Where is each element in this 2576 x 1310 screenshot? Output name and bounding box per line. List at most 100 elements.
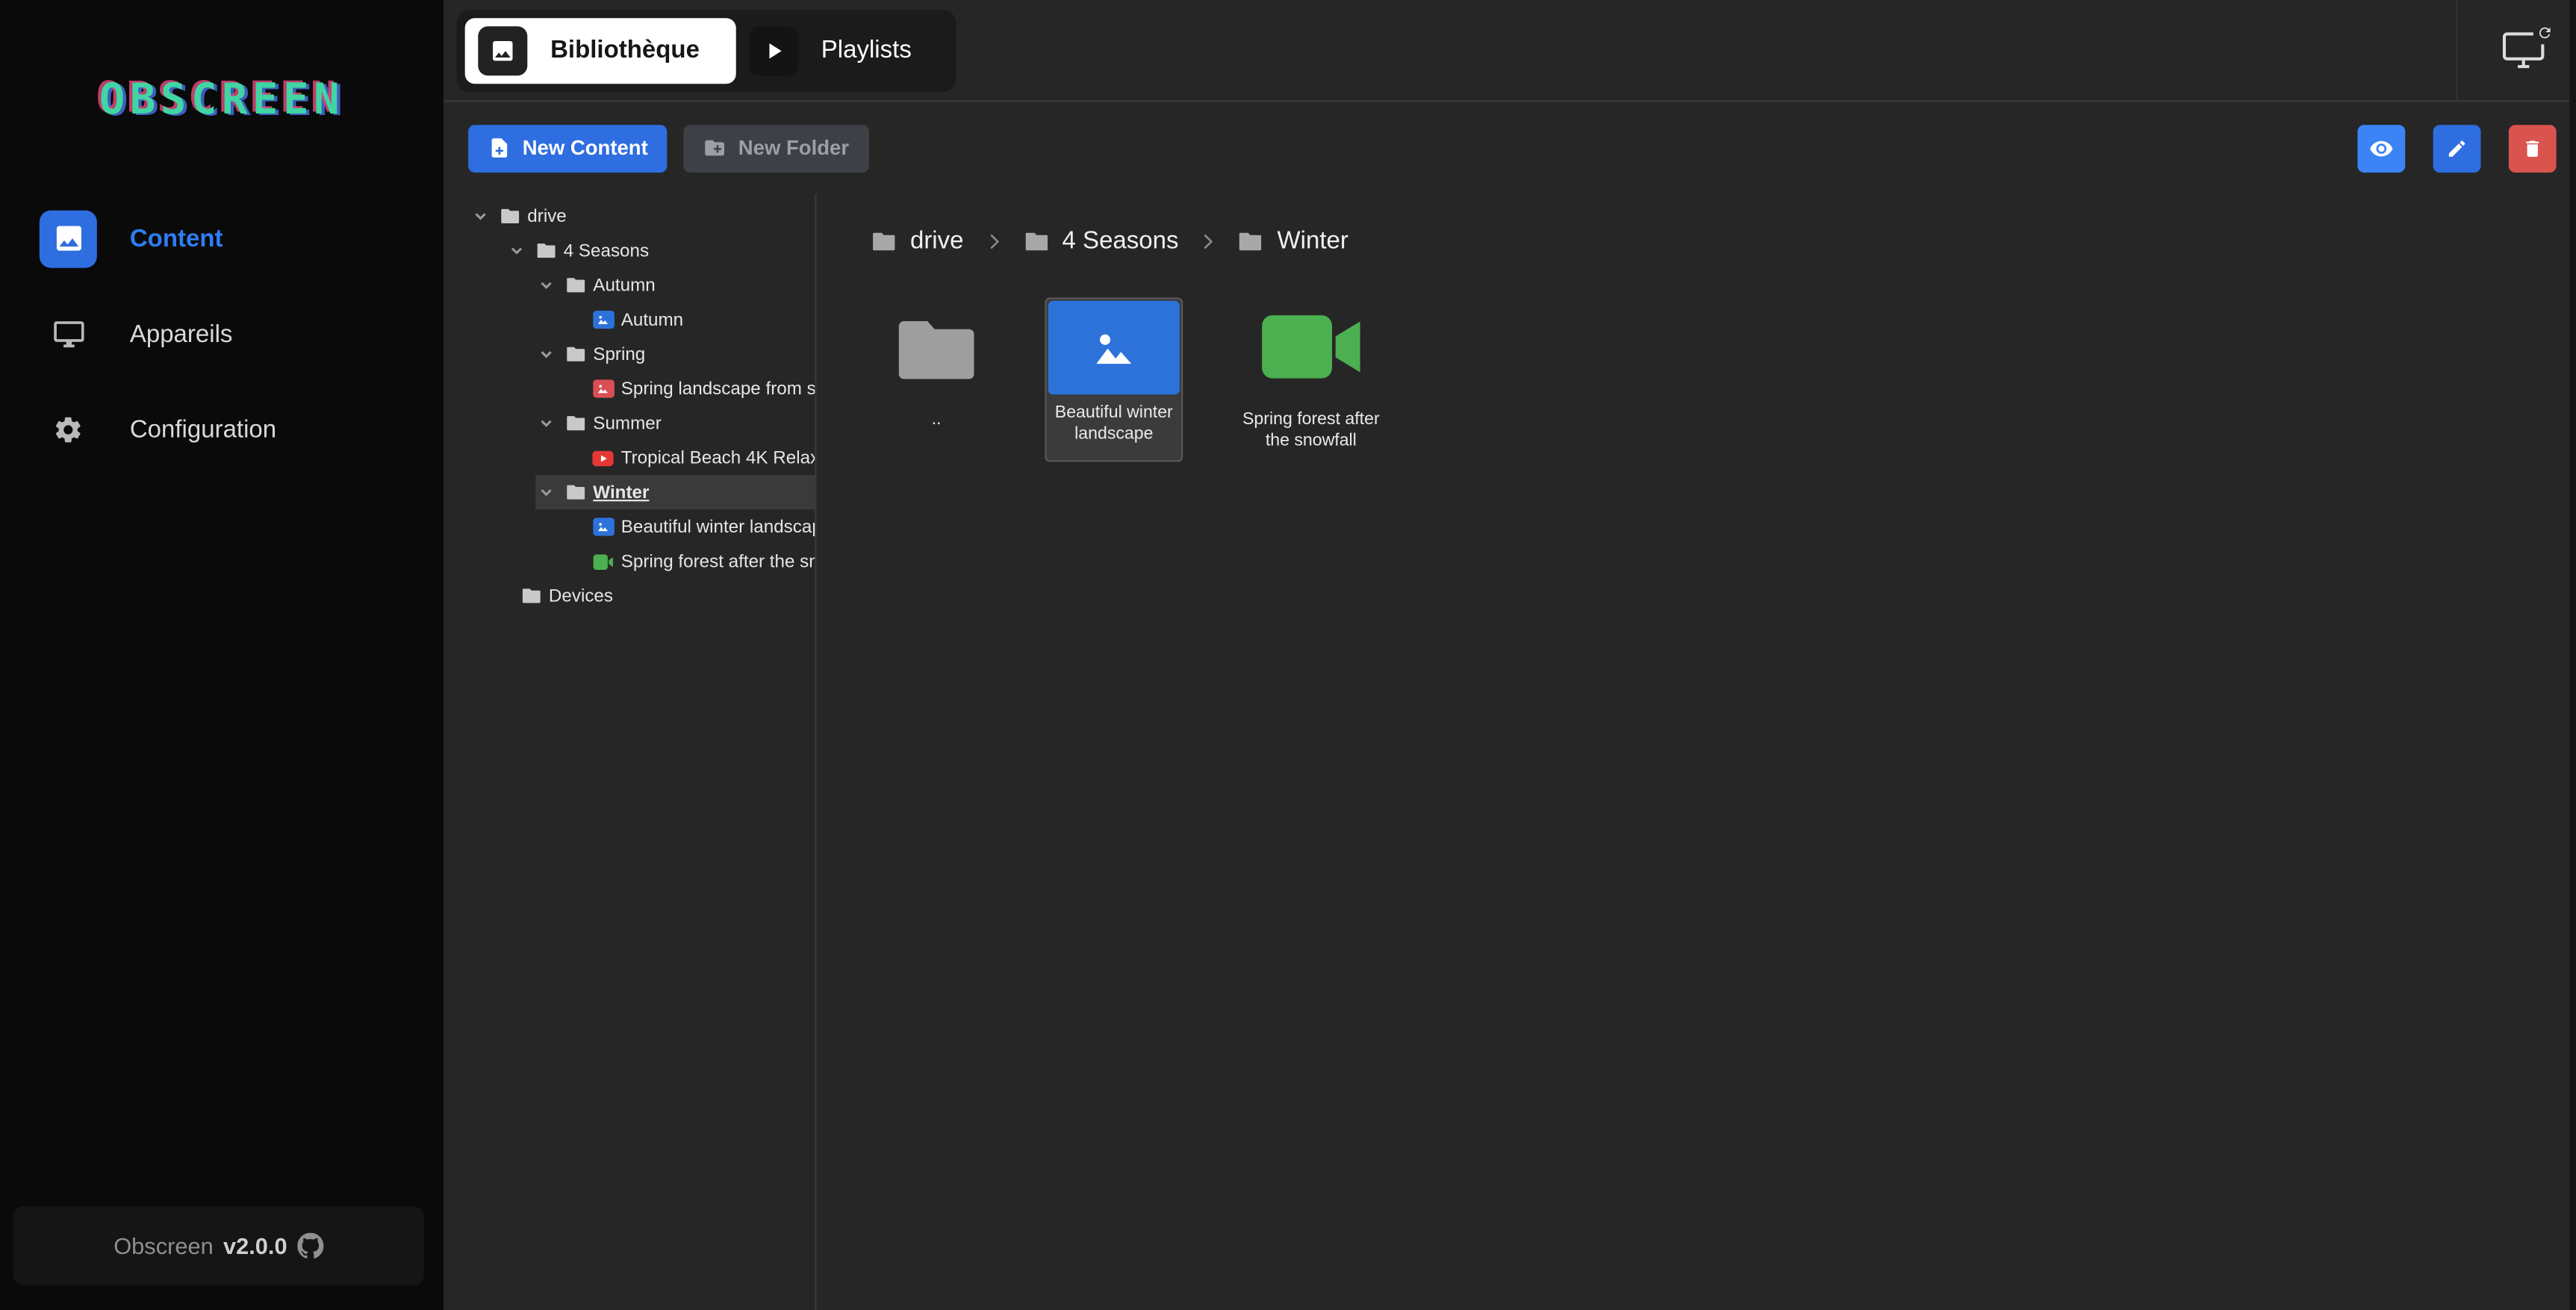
file-card-label: Spring forest after the snowfall bbox=[1242, 409, 1380, 453]
tree-item-winter-folder[interactable]: Winter bbox=[535, 475, 815, 509]
folder-icon bbox=[498, 205, 521, 228]
image-icon bbox=[478, 25, 527, 75]
tree-item-4-seasons[interactable]: 4 Seasons bbox=[506, 234, 815, 268]
chevron-down-icon[interactable] bbox=[535, 412, 557, 434]
preview-button[interactable] bbox=[2357, 124, 2405, 172]
breadcrumb-label: drive bbox=[910, 227, 964, 255]
breadcrumb-label: 4 Seasons bbox=[1063, 227, 1179, 255]
tree-item-tropical-beach-file[interactable]: Tropical Beach 4K Relaxa bbox=[591, 441, 815, 475]
actions-toolbar: New Content New Folder bbox=[444, 102, 2576, 193]
view-tabs: Bibliothèque Playlists bbox=[457, 9, 956, 91]
chevron-right-icon bbox=[1197, 229, 1220, 252]
video-icon bbox=[1258, 311, 1363, 383]
sidebar: OBSCREEN Content Appareils Configuration bbox=[0, 0, 444, 1310]
tree-item-label: drive bbox=[527, 206, 566, 226]
file-plus-icon bbox=[488, 137, 511, 160]
delete-button[interactable] bbox=[2509, 124, 2557, 172]
breadcrumb-item-4-seasons[interactable]: 4 Seasons bbox=[1023, 227, 1179, 255]
tree-item-spring-landscape-file[interactable]: Spring landscape from sl bbox=[591, 371, 815, 406]
tab-library[interactable]: Bibliothèque bbox=[465, 17, 736, 83]
sidebar-item-appareils[interactable]: Appareils bbox=[0, 286, 444, 382]
sidebar-item-content[interactable]: Content bbox=[0, 190, 444, 286]
breadcrumb: drive 4 Seasons Winter bbox=[871, 227, 2576, 255]
chevron-down-icon[interactable] bbox=[535, 275, 557, 297]
new-content-label: New Content bbox=[523, 137, 648, 160]
chevron-down-icon[interactable] bbox=[535, 344, 557, 365]
app-name: Obscreen bbox=[113, 1233, 214, 1259]
image-icon bbox=[1048, 301, 1180, 394]
tree-item-autumn-folder[interactable]: Autumn bbox=[535, 268, 815, 302]
eye-icon bbox=[2369, 136, 2394, 161]
tree-item-label: 4 Seasons bbox=[564, 240, 649, 260]
tree-item-label: Spring bbox=[593, 344, 645, 364]
sidebar-item-configuration[interactable]: Configuration bbox=[0, 382, 444, 477]
image-icon bbox=[591, 308, 615, 332]
tree-item-label: Summer bbox=[593, 414, 661, 433]
chevron-down-icon[interactable] bbox=[470, 205, 491, 227]
tree-item-autumn-file[interactable]: Autumn bbox=[591, 302, 815, 337]
file-grid: .. Beautiful winter landscape Spring for… bbox=[887, 297, 2576, 462]
file-card-video[interactable]: Spring forest after the snowfall bbox=[1242, 297, 1380, 452]
folder-icon bbox=[564, 273, 587, 297]
breadcrumb-label: Winter bbox=[1278, 227, 1348, 255]
tree-item-devices-folder[interactable]: Devices bbox=[519, 579, 815, 613]
folder-icon bbox=[1238, 228, 1264, 254]
video-icon bbox=[591, 550, 615, 573]
folder-icon bbox=[871, 228, 897, 254]
tree-item-label: Autumn bbox=[621, 310, 683, 329]
tab-label: Bibliothèque bbox=[550, 36, 700, 63]
app-root: OBSCREEN Content Appareils Configuration bbox=[0, 0, 2576, 1310]
image-icon bbox=[591, 377, 615, 400]
folder-plus-icon bbox=[704, 137, 727, 160]
top-bar: Bibliothèque Playlists bbox=[444, 0, 2576, 102]
tree-item-summer-folder[interactable]: Summer bbox=[535, 406, 815, 441]
tab-label: Playlists bbox=[821, 36, 912, 63]
folder-icon bbox=[1023, 228, 1049, 254]
image-icon bbox=[591, 515, 615, 538]
breadcrumb-item-drive[interactable]: drive bbox=[871, 227, 963, 255]
chevron-down-icon[interactable] bbox=[535, 482, 557, 503]
chevron-right-icon bbox=[982, 229, 1005, 252]
tree-item-label: Spring landscape from sl bbox=[621, 379, 815, 398]
monitor-icon bbox=[40, 305, 97, 362]
sidebar-item-label: Appareils bbox=[130, 320, 233, 347]
edit-button[interactable] bbox=[2433, 124, 2481, 172]
file-card-image[interactable]: Beautiful winter landscape bbox=[1045, 297, 1183, 462]
trash-icon bbox=[2521, 137, 2543, 159]
breadcrumb-item-winter[interactable]: Winter bbox=[1238, 227, 1348, 255]
refresh-icon bbox=[2533, 21, 2557, 44]
file-card-parent-folder[interactable]: .. bbox=[887, 297, 986, 431]
folder-icon bbox=[564, 343, 587, 366]
github-icon[interactable] bbox=[297, 1233, 323, 1259]
new-content-button[interactable]: New Content bbox=[468, 124, 668, 172]
tree-item-label: Autumn bbox=[593, 276, 655, 295]
tree-item-drive[interactable]: drive bbox=[470, 199, 815, 233]
tab-playlists[interactable]: Playlists bbox=[735, 17, 948, 83]
main-area: Bibliothèque Playlists bbox=[444, 0, 2576, 1310]
tree-item-label: Winter bbox=[593, 482, 649, 502]
folder-icon bbox=[564, 481, 587, 504]
sidebar-nav: Content Appareils Configuration bbox=[0, 190, 444, 476]
app-logo: OBSCREEN bbox=[0, 75, 444, 125]
folder-icon bbox=[519, 584, 542, 607]
file-card-label: Beautiful winter landscape bbox=[1048, 394, 1180, 459]
folder-icon bbox=[564, 412, 587, 435]
file-card-label: .. bbox=[887, 409, 986, 431]
folder-icon bbox=[891, 314, 983, 386]
tree-item-beautiful-winter-file[interactable]: Beautiful winter landscap bbox=[591, 509, 815, 544]
content-split: drive 4 Seasons Autumn Autumn bbox=[444, 194, 2576, 1310]
tree-item-spring-forest-file[interactable]: Spring forest after the sn bbox=[591, 544, 815, 578]
screen-sync-indicator[interactable] bbox=[2501, 27, 2550, 73]
new-folder-label: New Folder bbox=[738, 137, 849, 160]
tree-item-label: Spring forest after the sn bbox=[621, 551, 815, 571]
scrollbar[interactable] bbox=[2569, 0, 2576, 1310]
folder-icon bbox=[534, 239, 557, 262]
youtube-icon bbox=[591, 447, 615, 470]
image-icon bbox=[40, 210, 97, 267]
tree-item-label: Beautiful winter landscap bbox=[621, 517, 815, 536]
chevron-down-icon[interactable] bbox=[506, 240, 528, 261]
tree-item-label: Tropical Beach 4K Relaxa bbox=[621, 448, 815, 468]
gear-icon bbox=[40, 400, 97, 458]
new-folder-button[interactable]: New Folder bbox=[684, 124, 868, 172]
tree-item-spring-folder[interactable]: Spring bbox=[535, 337, 815, 371]
